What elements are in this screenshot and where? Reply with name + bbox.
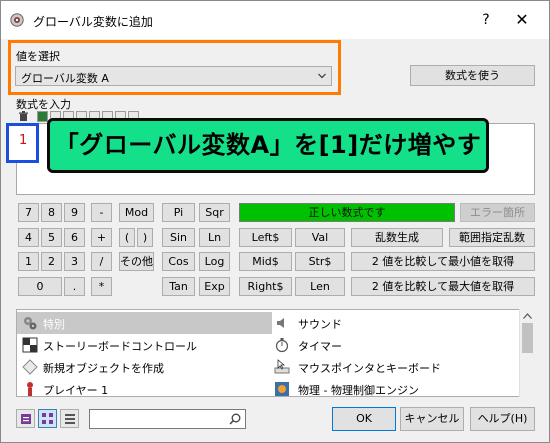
key-len[interactable]: Len <box>295 277 345 296</box>
formula-editor-value: 1 <box>19 133 28 148</box>
key-ln[interactable]: Ln <box>199 228 230 247</box>
list-item[interactable]: サウンド <box>272 312 517 334</box>
gears-icon <box>24 317 37 330</box>
key-9[interactable]: 9 <box>64 203 85 222</box>
key-tan[interactable]: Tan <box>162 277 195 296</box>
app-icon <box>10 13 24 27</box>
key-5[interactable]: 5 <box>41 228 62 247</box>
list-item[interactable]: 特別 <box>17 312 272 334</box>
title-bar: グローバル変数に追加 ? ✕ <box>1 1 549 39</box>
detail-view-button[interactable] <box>60 409 79 428</box>
list-view-button[interactable] <box>16 409 35 428</box>
close-icon[interactable]: ✕ <box>511 10 533 30</box>
list-item[interactable]: 新規オブジェクトを作成 <box>17 356 272 378</box>
list-item[interactable]: プレイヤー 1 <box>17 378 272 397</box>
value-select-highlight <box>8 40 341 95</box>
search-input[interactable] <box>92 411 226 428</box>
physics-icon <box>275 382 289 396</box>
annotation-banner: 「グローバル変数A」を[1]だけ増やす <box>47 118 489 173</box>
help-icon[interactable]: ? <box>475 10 497 30</box>
key-cos[interactable]: Cos <box>162 252 195 271</box>
key-multiply[interactable]: * <box>91 277 112 296</box>
key-exp[interactable]: Exp <box>199 277 230 296</box>
list-item[interactable]: ストーリーボードコントロール <box>17 334 272 356</box>
use-formula-button[interactable]: 数式を使う <box>410 65 535 86</box>
list-item[interactable]: マウスポインタとキーボード <box>272 356 517 378</box>
search-box[interactable] <box>89 409 246 429</box>
formula-status: 正しい数式です <box>239 203 455 222</box>
list-item[interactable]: タイマー <box>272 334 517 356</box>
key-7[interactable]: 7 <box>18 203 39 222</box>
grid-view-icon <box>42 413 53 424</box>
dialog-window: グローバル変数に追加 ? ✕ 値を選択 グローバル変数 A 数式を使う 数式を入… <box>0 0 550 443</box>
list-item-label: 物理 - 物理制御エンジン <box>298 384 419 397</box>
list-item-label: タイマー <box>298 340 342 353</box>
list-item-label: ストーリーボードコントロール <box>43 340 197 353</box>
random-button[interactable]: 乱数生成 <box>351 228 443 247</box>
cancel-button[interactable]: キャンセル <box>400 407 464 431</box>
key-1[interactable]: 1 <box>18 252 39 271</box>
key-right[interactable]: Right$ <box>239 277 292 296</box>
list-item-label: 特別 <box>43 318 65 331</box>
scroll-up-icon[interactable] <box>523 313 532 319</box>
help-button[interactable]: ヘルプ(H) <box>470 407 535 431</box>
error-location-button[interactable]: エラー箇所 <box>460 203 535 222</box>
list-view-icon <box>21 414 31 424</box>
key-mid[interactable]: Mid$ <box>239 252 292 271</box>
random-range-button[interactable]: 範囲指定乱数 <box>449 228 535 247</box>
key-8[interactable]: 8 <box>41 203 62 222</box>
key-other[interactable]: その他 <box>119 252 154 271</box>
detail-view-icon <box>65 414 75 424</box>
key-plus[interactable]: + <box>91 228 112 247</box>
object-list[interactable]: 特別 サウンド ストーリーボードコントロール タイマー 新規オブジェクトを作成 <box>16 309 535 397</box>
mouse-keyboard-icon <box>274 359 290 374</box>
player-icon <box>27 382 33 396</box>
key-2[interactable]: 2 <box>41 252 62 271</box>
key-sqr[interactable]: Sqr <box>199 203 230 222</box>
trash-icon[interactable] <box>18 111 29 122</box>
key-6[interactable]: 6 <box>64 228 85 247</box>
speaker-icon <box>277 318 284 328</box>
key-divide[interactable]: / <box>91 252 112 271</box>
diamond-icon <box>22 359 38 375</box>
ok-button[interactable]: OK <box>332 407 396 431</box>
list-item-label: マウスポインタとキーボード <box>298 362 441 375</box>
key-4[interactable]: 4 <box>18 228 39 247</box>
stopwatch-icon <box>275 338 289 353</box>
editor-value-highlight: 1 <box>6 123 39 163</box>
list-item-label: サウンド <box>298 318 342 331</box>
key-dot[interactable]: . <box>64 277 85 296</box>
key-close-paren[interactable]: ) <box>137 228 153 247</box>
list-scrollbar[interactable] <box>519 309 535 397</box>
window-title: グローバル変数に追加 <box>33 15 153 29</box>
list-item-label: プレイヤー 1 <box>43 384 109 397</box>
formula-label: 数式を入力 <box>16 98 71 111</box>
key-str[interactable]: Str$ <box>295 252 345 271</box>
key-3[interactable]: 3 <box>64 252 85 271</box>
key-val[interactable]: Val <box>295 228 345 247</box>
min-compare-button[interactable]: 2 値を比較して最小値を取得 <box>351 252 535 271</box>
key-log[interactable]: Log <box>199 252 230 271</box>
scroll-thumb[interactable] <box>522 323 533 353</box>
key-sin[interactable]: Sin <box>162 228 195 247</box>
key-minus[interactable]: - <box>91 203 112 222</box>
key-0[interactable]: 0 <box>18 277 62 296</box>
key-pi[interactable]: Pi <box>162 203 195 222</box>
checker-icon <box>22 337 38 353</box>
list-item-label: 新規オブジェクトを作成 <box>43 362 164 375</box>
key-open-paren[interactable]: ( <box>119 228 135 247</box>
toolbar-icon-1[interactable] <box>37 111 48 122</box>
key-mod[interactable]: Mod <box>119 203 154 222</box>
max-compare-button[interactable]: 2 値を比較して最大値を取得 <box>351 277 535 296</box>
icon-view-button[interactable] <box>38 409 57 428</box>
key-left[interactable]: Left$ <box>239 228 292 247</box>
search-icon[interactable] <box>229 413 241 425</box>
list-item[interactable]: 物理 - 物理制御エンジン <box>272 378 517 397</box>
